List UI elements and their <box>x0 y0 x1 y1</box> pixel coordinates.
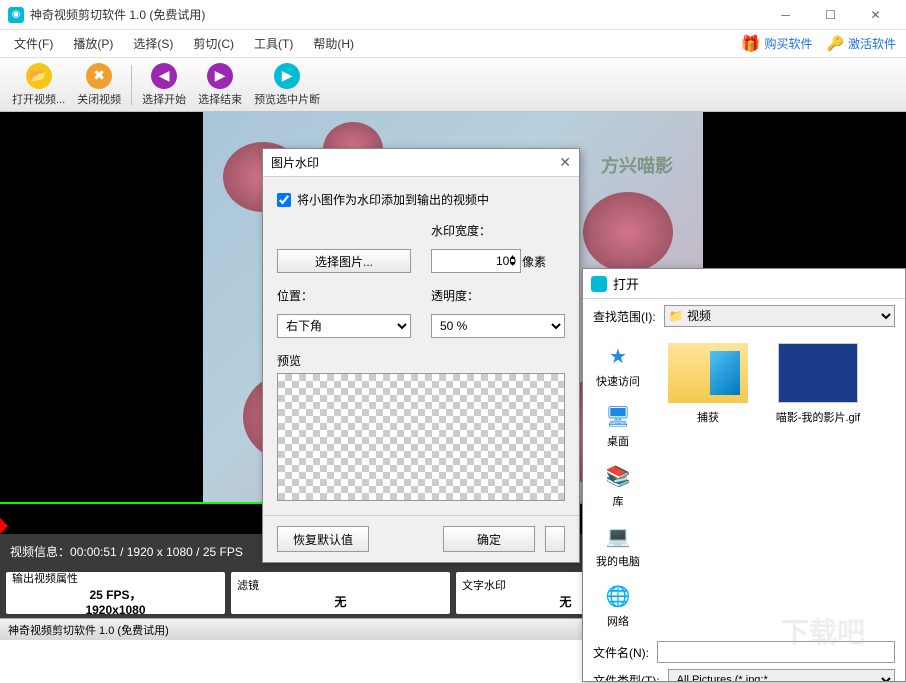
select-end-button[interactable]: ▶ 选择结束 <box>192 60 248 110</box>
folder-open-icon: 📂 <box>26 63 52 89</box>
folder-thumbnail <box>668 343 748 403</box>
width-unit: 像素 <box>522 253 546 270</box>
extra-button[interactable] <box>545 526 565 552</box>
menu-tools[interactable]: 工具(T) <box>244 31 303 56</box>
dialog-close-button[interactable]: ✕ <box>559 154 571 171</box>
computer-icon: 💻 <box>603 523 633 549</box>
sidebar-computer[interactable]: 💻 我的电脑 <box>596 523 640 569</box>
dialog-titlebar[interactable]: 图片水印 ✕ <box>263 149 579 177</box>
file-dialog-titlebar[interactable]: 打开 <box>583 269 905 299</box>
menu-help[interactable]: 帮助(H) <box>303 31 364 56</box>
close-label: 关闭视频 <box>77 91 121 107</box>
toolbar: 📂 打开视频... ✖ 关闭视频 ◀ 选择开始 ▶ 选择结束 ▶ 预览选中片断 <box>0 58 906 112</box>
preview-icon: ▶ <box>274 63 300 89</box>
activate-link[interactable]: 🔑 激活软件 <box>821 33 902 54</box>
output-props-card[interactable]: 输出视频属性 25 FPS，1920x1080 <box>6 572 225 614</box>
app-icon: ◉ <box>8 7 24 23</box>
buy-label: 购买软件 <box>765 35 813 52</box>
checkbox-label: 将小图作为水印添加到输出的视频中 <box>297 191 489 208</box>
menu-select[interactable]: 选择(S) <box>123 31 183 56</box>
filename-label: 文件名(N): <box>593 644 649 661</box>
selstart-label: 选择开始 <box>142 91 186 107</box>
file-open-dialog: 打开 查找范围(I): 📁 视频 ★ 快速访问 🖥 桌面 📚 库 💻 我的电脑 <box>582 268 906 682</box>
opacity-select[interactable]: 50 % <box>431 314 565 338</box>
sidebar-network[interactable]: 🌐 网络 <box>603 583 633 629</box>
select-start-icon: ◀ <box>151 63 177 89</box>
filetype-select[interactable]: All Pictures (*.jpg;* <box>668 669 895 682</box>
dialog-title-text: 图片水印 <box>271 154 319 171</box>
network-icon: 🌐 <box>603 583 633 609</box>
watermark-preview <box>277 373 565 501</box>
video-watermark-overlay: 方兴喵影 <box>601 152 673 178</box>
menu-play[interactable]: 播放(P) <box>63 31 123 56</box>
menu-file[interactable]: 文件(F) <box>4 31 63 56</box>
menubar: 文件(F) 播放(P) 选择(S) 剪切(C) 工具(T) 帮助(H) 🎁 购买… <box>0 30 906 58</box>
close-button[interactable]: ✕ <box>853 0 898 30</box>
select-image-button[interactable]: 选择图片... <box>277 249 411 273</box>
library-icon: 📚 <box>603 463 633 489</box>
menu-cut[interactable]: 剪切(C) <box>183 31 244 56</box>
window-title: 神奇视频剪切软件 1.0 (免费试用) <box>30 6 763 23</box>
lookin-select[interactable]: 📁 视频 <box>664 305 895 327</box>
file-item-folder[interactable]: 捕获 <box>663 343 753 425</box>
file-item-gif[interactable]: 喵影-我的影片.gif <box>773 343 863 425</box>
enable-watermark-checkbox-row[interactable]: 将小图作为水印添加到输出的视频中 <box>277 191 565 208</box>
close-icon: ✖ <box>86 63 112 89</box>
gif-thumbnail <box>778 343 858 403</box>
ok-button[interactable]: 确定 <box>443 526 535 552</box>
filetype-label: 文件类型(T): <box>593 672 660 683</box>
sidebar-desktop[interactable]: 🖥 桌面 <box>603 403 633 449</box>
enable-watermark-checkbox[interactable] <box>277 193 291 207</box>
filename-input[interactable] <box>657 641 895 663</box>
image-watermark-dialog: 图片水印 ✕ 将小图作为水印添加到输出的视频中 水印宽度： 选择图片... ▲▼… <box>262 148 580 563</box>
window-controls: ─ ☐ ✕ <box>763 0 898 30</box>
position-label: 位置： <box>277 287 411 304</box>
sidebar-library[interactable]: 📚 库 <box>603 463 633 509</box>
preview-label: 预览选中片断 <box>254 91 320 107</box>
maximize-button[interactable]: ☐ <box>808 0 853 30</box>
preview-selection-button[interactable]: ▶ 预览选中片断 <box>248 60 326 110</box>
select-start-button[interactable]: ◀ 选择开始 <box>136 60 192 110</box>
activate-label: 激活软件 <box>848 35 896 52</box>
width-label: 水印宽度： <box>431 222 565 239</box>
selend-label: 选择结束 <box>198 91 242 107</box>
star-icon: ★ <box>603 343 633 369</box>
file-dialog-icon <box>591 276 607 292</box>
toolbar-separator <box>131 65 132 105</box>
width-spinner[interactable]: ▲▼ <box>509 254 516 268</box>
file-dialog-sidebar: ★ 快速访问 🖥 桌面 📚 库 💻 我的电脑 🌐 网络 <box>583 333 653 633</box>
gift-icon: 🎁 <box>741 34 761 54</box>
desktop-icon: 🖥 <box>603 403 633 429</box>
minimize-button[interactable]: ─ <box>763 0 808 30</box>
lookin-label: 查找范围(I): <box>593 308 656 325</box>
buy-link[interactable]: 🎁 购买软件 <box>735 32 819 56</box>
file-list[interactable]: 捕获 喵影-我的影片.gif <box>653 333 905 633</box>
filter-card[interactable]: 滤镜 无 <box>231 572 450 614</box>
open-video-button[interactable]: 📂 打开视频... <box>6 60 71 110</box>
key-icon: 🔑 <box>827 35 844 52</box>
titlebar: ◉ 神奇视频剪切软件 1.0 (免费试用) ─ ☐ ✕ <box>0 0 906 30</box>
opacity-label: 透明度： <box>431 287 565 304</box>
preview-label: 预览 <box>277 352 565 369</box>
close-video-button[interactable]: ✖ 关闭视频 <box>71 60 127 110</box>
open-label: 打开视频... <box>12 91 65 107</box>
select-end-icon: ▶ <box>207 63 233 89</box>
restore-defaults-button[interactable]: 恢复默认值 <box>277 526 369 552</box>
sidebar-quick-access[interactable]: ★ 快速访问 <box>596 343 640 389</box>
position-select[interactable]: 右下角 <box>277 314 411 338</box>
file-dialog-title: 打开 <box>613 274 639 293</box>
width-input[interactable] <box>431 249 521 273</box>
